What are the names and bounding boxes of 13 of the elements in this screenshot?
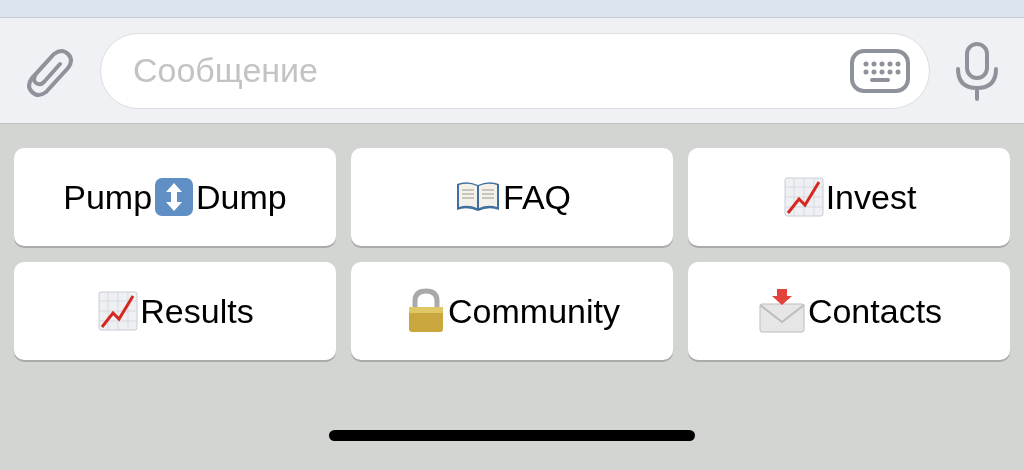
message-field[interactable]: Сообщение bbox=[100, 32, 930, 109]
keyboard-button[interactable]: Results bbox=[14, 262, 336, 360]
keyboard-button[interactable]: Contacts bbox=[688, 262, 1010, 360]
keyboard-button[interactable]: Community bbox=[351, 262, 673, 360]
open-book-icon bbox=[455, 180, 501, 214]
keyboard-icon[interactable] bbox=[849, 47, 911, 94]
keyboard-button[interactable]: FAQ bbox=[351, 148, 673, 246]
message-field[interactable]: Сообщение bbox=[133, 45, 849, 96]
line-chart-icon bbox=[783, 177, 824, 217]
keyboard-button[interactable]: Pump Dump bbox=[14, 148, 336, 246]
envelope-icon bbox=[757, 288, 806, 334]
keyboard-button[interactable]: Invest bbox=[688, 148, 1010, 246]
line-chart-icon bbox=[98, 291, 139, 331]
